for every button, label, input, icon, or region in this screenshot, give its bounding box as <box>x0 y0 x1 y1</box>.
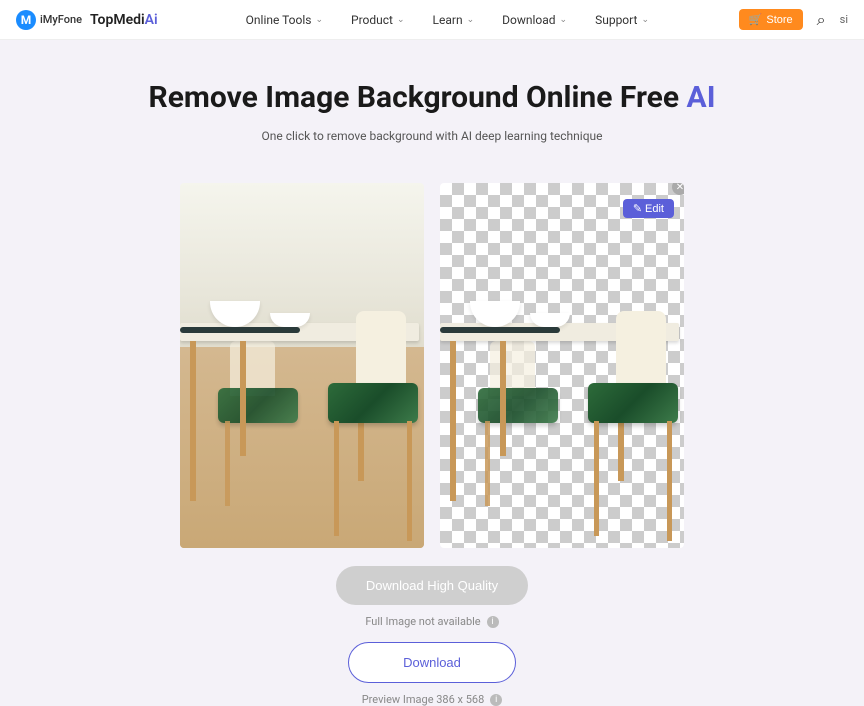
search-icon[interactable]: ⌕ <box>817 10 826 30</box>
original-image <box>180 183 424 548</box>
logo-icon: M <box>16 10 36 30</box>
page-subtitle: One click to remove background with AI d… <box>20 129 844 143</box>
nav-online-tools[interactable]: Online Tools⌄ <box>246 13 323 27</box>
chevron-down-icon: ⌄ <box>397 15 405 25</box>
edit-button[interactable]: ✎Edit <box>623 199 674 218</box>
download-button[interactable]: Download <box>348 642 516 683</box>
download-hq-button[interactable]: Download High Quality <box>336 566 528 605</box>
pencil-icon: ✎ <box>633 202 642 215</box>
nav-support[interactable]: Support⌄ <box>595 13 649 27</box>
logo-text: iMyFone <box>40 13 82 26</box>
nav-product[interactable]: Product⌄ <box>351 13 405 27</box>
page-title: Remove Image Background Online Free AI <box>20 80 844 115</box>
chevron-down-icon: ⌄ <box>315 15 323 25</box>
info-icon: i <box>487 616 499 628</box>
logo[interactable]: M iMyFone TopMediAi <box>16 10 158 30</box>
info-icon: i <box>490 694 502 706</box>
brand: TopMediAi <box>90 12 158 28</box>
nav: Online Tools⌄ Product⌄ Learn⌄ Download⌄ … <box>246 13 649 27</box>
header-right: 🛒Store ⌕ si <box>739 9 848 30</box>
preview-size-text: Preview Image 386 x 568i <box>0 693 864 706</box>
actions: Download High Quality Full Image not ava… <box>0 566 864 706</box>
not-available-text: Full Image not availablei <box>0 615 864 628</box>
nav-download[interactable]: Download⌄ <box>502 13 567 27</box>
result-image: ✕ ✎Edit <box>440 183 684 548</box>
preview-container: ✕ ✎Edit <box>0 183 864 548</box>
header-text: si <box>840 13 848 26</box>
hero: Remove Image Background Online Free AI O… <box>0 40 864 163</box>
chevron-down-icon: ⌄ <box>560 15 568 25</box>
chevron-down-icon: ⌄ <box>467 15 475 25</box>
header: M iMyFone TopMediAi Online Tools⌄ Produc… <box>0 0 864 40</box>
cart-icon: 🛒 <box>749 13 763 26</box>
chevron-down-icon: ⌄ <box>641 15 649 25</box>
store-button[interactable]: 🛒Store <box>739 9 803 30</box>
nav-learn[interactable]: Learn⌄ <box>433 13 475 27</box>
